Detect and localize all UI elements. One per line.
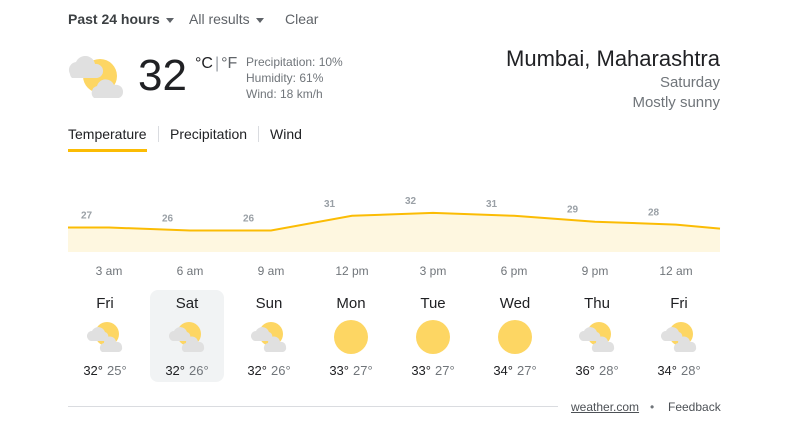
tab-divider xyxy=(258,126,259,142)
tab-precipitation[interactable]: Precipitation xyxy=(170,126,247,142)
forecast-high: 32° xyxy=(247,363,267,378)
forecast-day-name: Wed xyxy=(499,295,531,312)
forecast-high: 33° xyxy=(329,363,349,378)
location-name: Mumbai, Maharashtra xyxy=(506,46,720,71)
forecast-day-name: Sat xyxy=(175,295,199,312)
time-label: 6 am xyxy=(176,264,204,278)
temperature-data-label: 31 xyxy=(486,199,498,210)
forecast-temps: 33° 27° xyxy=(396,363,470,378)
forecast-day-name: Tue xyxy=(420,295,446,312)
forecast-low: 26° xyxy=(189,363,209,378)
partly-cloudy-icon xyxy=(579,322,615,352)
forecast-day[interactable]: Fri 34° 28° xyxy=(642,290,716,382)
forecast-day-name: Fri xyxy=(96,295,114,312)
forecast-day-name: Fri xyxy=(670,295,688,312)
forecast-day[interactable]: Fri 32° 25° xyxy=(68,290,142,382)
forecast-day[interactable]: Wed 34° 27° xyxy=(478,290,552,382)
clear-filters-button[interactable]: Clear xyxy=(285,11,318,27)
partly-cloudy-icon xyxy=(169,322,205,352)
time-label: 3 am xyxy=(95,264,123,278)
temperature-data-label: 27 xyxy=(81,211,93,222)
forecast-high: 32° xyxy=(165,363,185,378)
time-label: 3 pm xyxy=(419,264,447,278)
time-filter-dropdown[interactable]: Past 24 hours xyxy=(68,11,174,27)
temperature-data-label: 32 xyxy=(405,196,417,207)
forecast-day[interactable]: Tue 33° 27° xyxy=(396,290,470,382)
forecast-high: 34° xyxy=(493,363,513,378)
tab-divider xyxy=(158,126,159,142)
sunny-icon xyxy=(334,320,368,354)
current-temperature: 32 xyxy=(138,51,187,100)
forecast-temps: 36° 28° xyxy=(560,363,634,378)
precipitation-detail: Precipitation: 10% xyxy=(246,55,343,69)
temperature-data-label: 26 xyxy=(162,213,174,224)
time-label: 12 am xyxy=(659,264,693,278)
forecast-day[interactable]: Mon 33° 27° xyxy=(314,290,388,382)
temperature-data-label: 28 xyxy=(648,208,660,219)
unit-separator: | xyxy=(214,55,220,72)
forecast-low: 27° xyxy=(435,363,455,378)
location-day: Saturday xyxy=(659,74,720,91)
chevron-down-icon xyxy=(165,17,174,23)
forecast-day-name: Thu xyxy=(584,295,610,312)
sunny-icon xyxy=(416,320,450,354)
results-filter-dropdown[interactable]: All results xyxy=(189,11,264,27)
celsius-button[interactable]: °C xyxy=(195,55,213,72)
sunny-icon xyxy=(498,320,532,354)
time-label: 9 pm xyxy=(581,264,609,278)
temperature-data-label: 29 xyxy=(567,205,579,216)
results-filter-label: All results xyxy=(189,11,250,27)
fahrenheit-button[interactable]: °F xyxy=(221,55,237,72)
partly-cloudy-icon xyxy=(68,56,124,98)
time-label: 9 am xyxy=(257,264,285,278)
forecast-day[interactable]: Sun 32° 26° xyxy=(232,290,306,382)
partly-cloudy-icon xyxy=(87,322,123,352)
temperature-chart: 27 26 26 31 32 31 29 28 xyxy=(68,196,721,252)
source-link[interactable]: weather.com xyxy=(571,400,639,414)
time-label: 12 pm xyxy=(335,264,369,278)
chevron-down-icon xyxy=(255,17,264,23)
location-condition: Mostly sunny xyxy=(632,94,720,111)
forecast-temps: 34° 28° xyxy=(642,363,716,378)
forecast-day[interactable]: Sat 32° 26° xyxy=(150,290,224,382)
tab-temperature[interactable]: Temperature xyxy=(68,126,147,142)
forecast-low: 27° xyxy=(517,363,537,378)
forecast-low: 27° xyxy=(353,363,373,378)
tab-wind[interactable]: Wind xyxy=(270,126,302,142)
forecast-low: 28° xyxy=(599,363,619,378)
time-label: 6 pm xyxy=(500,264,528,278)
active-tab-indicator xyxy=(68,149,147,152)
forecast-temps: 32° 25° xyxy=(68,363,142,378)
time-filter-label: Past 24 hours xyxy=(68,11,160,27)
forecast-temps: 32° 26° xyxy=(232,363,306,378)
feedback-link[interactable]: Feedback xyxy=(668,400,721,414)
forecast-high: 34° xyxy=(657,363,677,378)
footer-divider xyxy=(68,406,558,407)
forecast-high: 33° xyxy=(411,363,431,378)
forecast-temps: 34° 27° xyxy=(478,363,552,378)
forecast-low: 28° xyxy=(681,363,701,378)
forecast-low: 25° xyxy=(107,363,127,378)
partly-cloudy-icon xyxy=(661,322,697,352)
unit-toggle: °C | °F xyxy=(195,55,237,73)
forecast-temps: 32° 26° xyxy=(150,363,224,378)
forecast-low: 26° xyxy=(271,363,291,378)
forecast-day-name: Mon xyxy=(336,295,366,312)
footer-separator: • xyxy=(650,400,655,414)
forecast-high: 36° xyxy=(575,363,595,378)
temperature-data-label: 26 xyxy=(243,213,255,224)
forecast-day-name: Sun xyxy=(255,295,283,312)
forecast-day[interactable]: Thu 36° 28° xyxy=(560,290,634,382)
forecast-high: 32° xyxy=(83,363,103,378)
humidity-detail: Humidity: 61% xyxy=(246,71,324,85)
temperature-data-label: 31 xyxy=(324,199,336,210)
wind-detail: Wind: 18 km/h xyxy=(246,87,323,101)
forecast-temps: 33° 27° xyxy=(314,363,388,378)
partly-cloudy-icon xyxy=(251,322,287,352)
